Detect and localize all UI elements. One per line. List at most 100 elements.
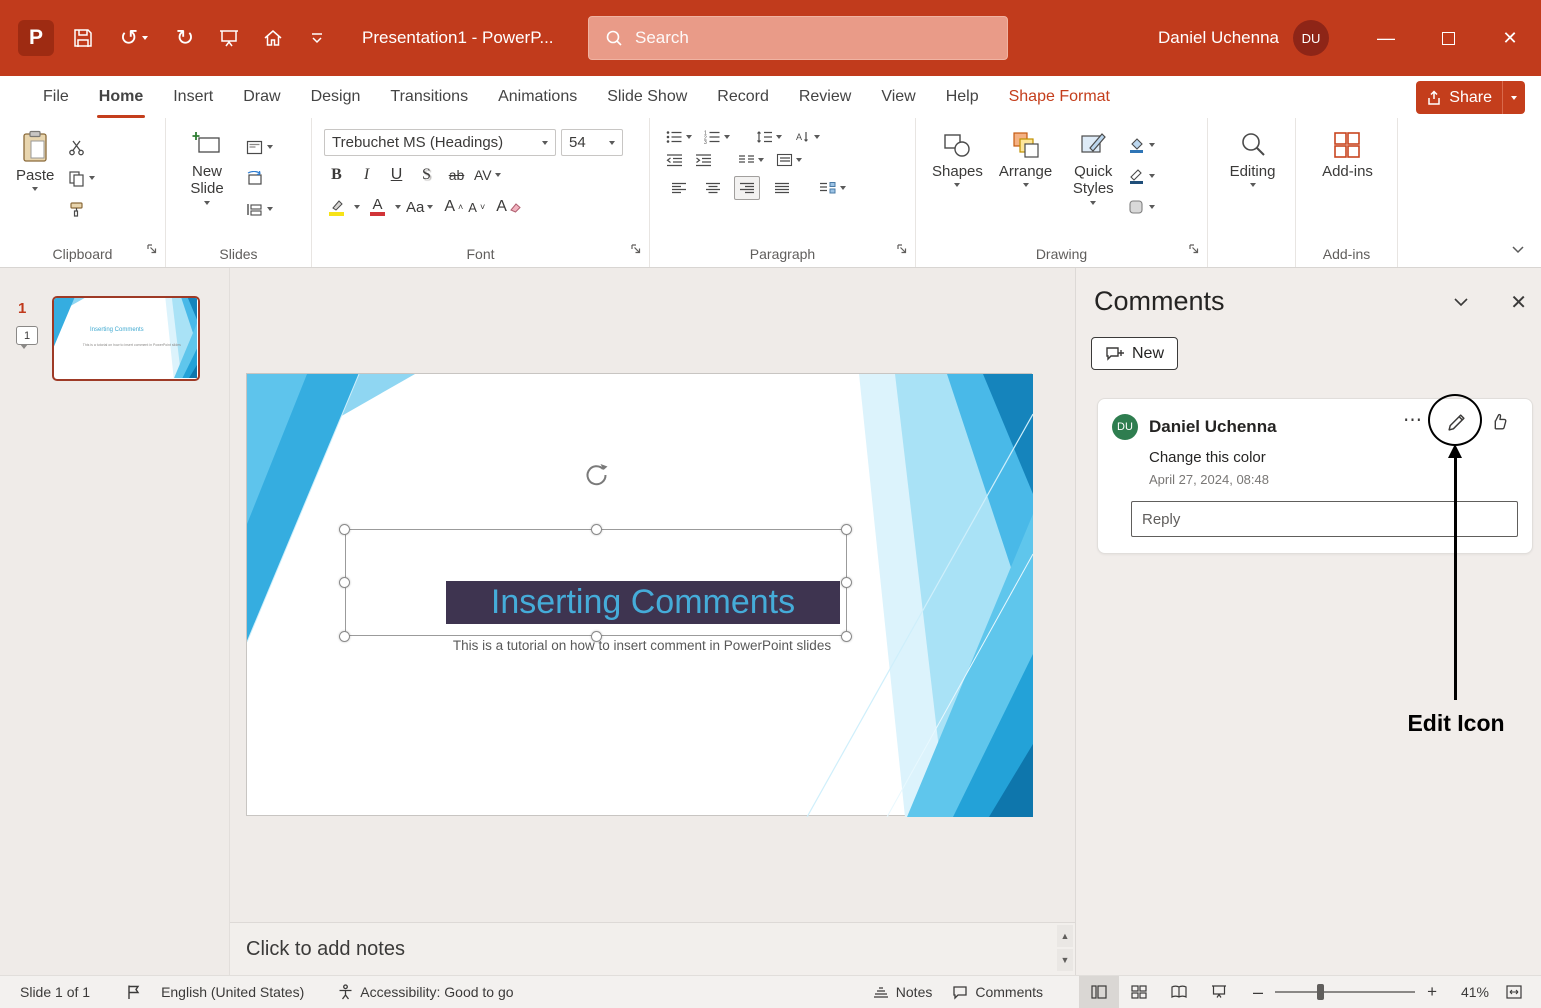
format-painter-button[interactable] <box>68 198 95 220</box>
close-button[interactable]: ✕ <box>1479 0 1541 76</box>
bold-button[interactable]: B <box>324 162 349 188</box>
scroll-down-button[interactable]: ▼ <box>1057 949 1073 971</box>
account-avatar[interactable]: DU <box>1293 20 1329 56</box>
reply-input[interactable] <box>1131 501 1518 537</box>
notes-toggle-button[interactable]: Notes <box>863 976 943 1008</box>
rotate-handle[interactable] <box>584 462 610 493</box>
shape-outline-button[interactable] <box>1128 165 1155 187</box>
comments-toggle-button[interactable]: Comments <box>942 976 1053 1008</box>
zoom-in-button[interactable]: + <box>1423 976 1441 1008</box>
align-center-button[interactable] <box>700 177 725 199</box>
customize-quick-access-button[interactable] <box>302 23 332 53</box>
tab-insert[interactable]: Insert <box>158 76 228 118</box>
tab-transitions[interactable]: Transitions <box>375 76 483 118</box>
text-direction-button[interactable]: A <box>794 130 820 144</box>
quick-styles-button[interactable]: Quick Styles <box>1062 128 1124 237</box>
strikethrough-button[interactable]: ab <box>444 162 469 188</box>
slide[interactable]: Inserting Comments This is a tutorial on… <box>246 373 1032 816</box>
increase-font-size-button[interactable]: A˄ <box>444 198 463 216</box>
increase-indent-button[interactable] <box>695 153 712 167</box>
shape-fill-button[interactable] <box>1128 134 1155 156</box>
character-spacing-button[interactable]: AV <box>474 167 501 183</box>
search-input[interactable] <box>635 28 991 48</box>
like-comment-button[interactable] <box>1489 411 1510 436</box>
selection-handle-bottom-center[interactable] <box>591 631 602 642</box>
selection-handle-top-right[interactable] <box>841 524 852 535</box>
section-button[interactable] <box>246 198 273 220</box>
drawing-dialog-launcher[interactable] <box>1188 242 1200 260</box>
comment-more-button[interactable]: ⋯ <box>1403 409 1423 432</box>
tab-animations[interactable]: Animations <box>483 76 592 118</box>
bullets-button[interactable] <box>666 130 692 144</box>
decrease-font-size-button[interactable]: A˅ <box>468 200 485 215</box>
justify-button[interactable] <box>769 177 794 199</box>
share-dropdown[interactable] <box>1502 81 1525 114</box>
comment-badge[interactable]: 1 <box>16 326 38 345</box>
close-comments-button[interactable]: ✕ <box>1510 290 1527 315</box>
accessibility-checker[interactable]: Accessibility: Good to go <box>328 976 523 1008</box>
shape-effects-button[interactable] <box>1128 196 1155 218</box>
start-slideshow-button[interactable] <box>214 23 244 53</box>
powerpoint-logo-icon[interactable]: P <box>18 20 54 56</box>
new-comment-button[interactable]: New <box>1091 337 1178 370</box>
tab-shape-format[interactable]: Shape Format <box>994 76 1125 118</box>
slideshow-view-button[interactable] <box>1199 976 1239 1008</box>
highlight-dropdown-icon[interactable] <box>354 205 360 209</box>
font-size-combo[interactable]: 54 <box>561 129 623 156</box>
minimize-button[interactable]: — <box>1355 0 1417 76</box>
tab-help[interactable]: Help <box>931 76 994 118</box>
save-button[interactable] <box>68 23 98 53</box>
align-left-button[interactable] <box>666 177 691 199</box>
selection-handle-bottom-right[interactable] <box>841 631 852 642</box>
zoom-slider[interactable] <box>1275 991 1415 993</box>
zoom-slider-thumb[interactable] <box>1317 984 1324 1000</box>
selection-handle-top-center[interactable] <box>591 524 602 535</box>
tab-file[interactable]: File <box>28 76 84 118</box>
align-text-button[interactable] <box>776 153 802 167</box>
font-color-button[interactable]: A <box>365 194 390 220</box>
collapse-comments-button[interactable] <box>1453 294 1469 311</box>
spellcheck-flag[interactable] <box>116 976 151 1008</box>
reading-view-button[interactable] <box>1159 976 1199 1008</box>
columns-button[interactable] <box>738 153 764 167</box>
change-case-button[interactable]: Aa <box>406 199 433 216</box>
copy-button[interactable] <box>68 167 95 189</box>
shapes-button[interactable]: Shapes <box>926 128 989 237</box>
comment-card[interactable]: DU Daniel Uchenna ⋯ Change this color Ap… <box>1097 398 1533 554</box>
text-shadow-button[interactable]: S <box>414 162 439 188</box>
selection-handle-middle-right[interactable] <box>841 577 852 588</box>
underline-button[interactable]: U <box>384 162 409 188</box>
search-box[interactable] <box>588 16 1008 60</box>
slide-sorter-view-button[interactable] <box>1119 976 1159 1008</box>
home-button[interactable] <box>258 23 288 53</box>
addins-button[interactable]: Add-ins <box>1316 128 1379 237</box>
tab-slide-show[interactable]: Slide Show <box>592 76 702 118</box>
tab-review[interactable]: Review <box>784 76 866 118</box>
line-spacing-button[interactable] <box>756 130 782 144</box>
convert-smartart-button[interactable] <box>819 181 846 195</box>
account-name[interactable]: Daniel Uchenna <box>1158 28 1279 48</box>
notes-pane[interactable]: Click to add notes ▲ ▼ <box>230 922 1075 975</box>
redo-button[interactable]: ↻ <box>170 23 200 53</box>
selection-handle-middle-left[interactable] <box>339 577 350 588</box>
tab-design[interactable]: Design <box>296 76 376 118</box>
fit-to-window-button[interactable] <box>1497 976 1531 1008</box>
italic-button[interactable]: I <box>354 162 379 188</box>
layout-button[interactable] <box>246 136 273 158</box>
notes-placeholder[interactable]: Click to add notes <box>246 938 405 961</box>
tab-view[interactable]: View <box>866 76 930 118</box>
font-name-combo[interactable]: Trebuchet MS (Headings) <box>324 129 556 156</box>
maximize-button[interactable] <box>1417 0 1479 76</box>
numbering-button[interactable]: 123 <box>704 130 730 144</box>
clear-formatting-button[interactable]: A <box>496 198 521 216</box>
arrange-button[interactable]: Arrange <box>993 128 1058 237</box>
slide-subtitle[interactable]: This is a tutorial on how to insert comm… <box>342 638 942 653</box>
tab-record[interactable]: Record <box>702 76 784 118</box>
slide-indicator[interactable]: Slide 1 of 1 <box>10 976 100 1008</box>
paste-button[interactable]: Paste <box>10 128 60 237</box>
zoom-level[interactable]: 41% <box>1445 984 1489 1000</box>
paragraph-dialog-launcher[interactable] <box>896 242 908 260</box>
tab-draw[interactable]: Draw <box>228 76 295 118</box>
reset-button[interactable] <box>246 167 273 189</box>
clipboard-dialog-launcher[interactable] <box>146 242 158 260</box>
